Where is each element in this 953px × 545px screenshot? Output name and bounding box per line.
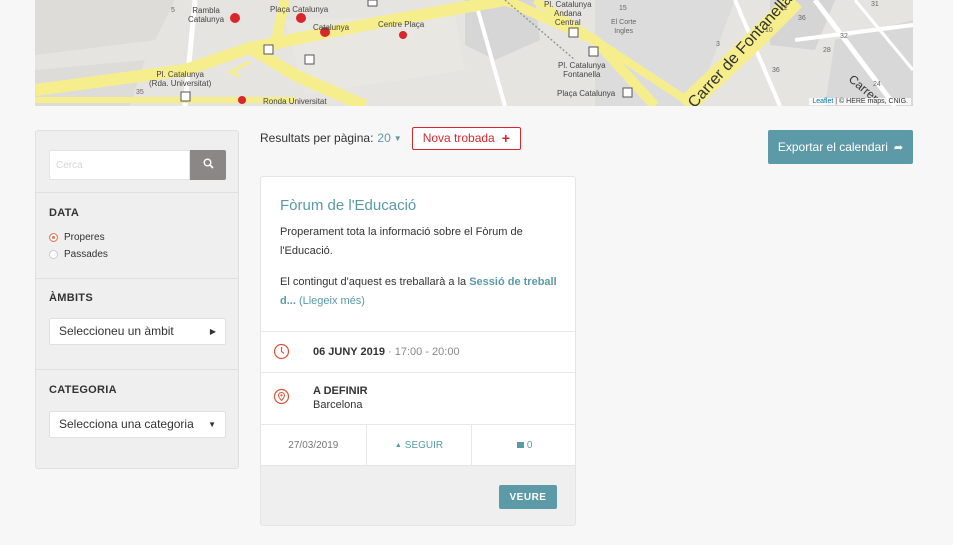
map-label: Ronda Universitat: [263, 97, 327, 106]
meeting-time: 17:00 - 20:00: [394, 346, 460, 358]
divider: [36, 192, 238, 193]
map-label: Centre Plaça: [378, 20, 425, 29]
search-button[interactable]: [190, 150, 226, 180]
meeting-date: 06 JUNY 2019: [313, 346, 385, 358]
map-label: Plaça Catalunya: [270, 5, 329, 14]
search-input[interactable]: [49, 150, 190, 180]
categoria-select-value: Selecciona una categoria: [59, 417, 194, 431]
map-label: Pl. Catalunya Andana Central: [544, 0, 592, 27]
location-name: A DEFINIR: [313, 385, 368, 397]
read-more-link[interactable]: (Llegeix més): [296, 295, 365, 307]
card-description-text: El contingut d'aquest es treballarà a la: [280, 276, 470, 288]
search-group: [49, 150, 226, 180]
ambit-select[interactable]: Seleccioneu un àmbit ▶: [49, 318, 226, 345]
plus-icon: +: [501, 129, 510, 146]
section-title-ambits: ÀMBITS: [49, 292, 93, 304]
time-separator: ·: [384, 346, 395, 358]
map-label: 35: [136, 89, 144, 96]
map-label: 3: [716, 41, 720, 48]
radio-label: Passades: [64, 249, 108, 260]
map-label: El Corte Ingles: [611, 19, 637, 35]
comment-icon: [516, 442, 524, 448]
share-arrow-icon: ➦: [893, 141, 904, 154]
map-label: Pl. Catalunya Fontanella: [558, 61, 606, 79]
map-label: Rambla Catalunya: [188, 6, 225, 24]
radio-label: Properes: [64, 232, 105, 243]
map-label: 31: [871, 1, 879, 8]
card-title[interactable]: Fòrum de l'Educació: [280, 197, 416, 214]
card-description-2: El contingut d'aquest es treballarà a la…: [280, 273, 565, 311]
caret-right-icon: ▶: [209, 327, 216, 336]
location-city: Barcelona: [313, 399, 363, 411]
follow-button[interactable]: ▲ SEGUIR: [367, 425, 473, 465]
created-date: 27/03/2019: [261, 425, 367, 465]
leaflet-link[interactable]: Leaflet: [812, 98, 833, 105]
new-meeting-button[interactable]: Nova trobada +: [411, 126, 521, 150]
ambit-select-value: Seleccioneu un àmbit: [59, 324, 174, 338]
location-pin-icon: [273, 388, 290, 405]
caret-down-icon: ▼: [208, 420, 216, 429]
map-label: 36: [772, 67, 780, 74]
section-title-categoria: CATEGORIA: [49, 384, 117, 396]
follow-label: SEGUIR: [404, 439, 444, 451]
results-toolbar: Resultats per pàgina: 20 ▼ Nova trobada …: [260, 126, 521, 150]
meeting-datetime: 06 JUNY 2019 · 17:00 - 20:00: [313, 346, 460, 358]
map-label: 5: [171, 7, 175, 14]
divider: [36, 369, 238, 370]
comments-value: 0: [526, 439, 533, 451]
filter-sidebar: DATA Properes Passades ÀMBITS Seleccione…: [35, 130, 239, 469]
map-label: 32: [840, 33, 848, 40]
map-label: Catalunya: [313, 23, 350, 32]
per-page-value[interactable]: 20: [377, 131, 390, 145]
card-description: Properament tota la informació sobre el …: [280, 226, 523, 257]
caret-down-icon[interactable]: ▼: [394, 134, 402, 143]
radio-upcoming[interactable]: Properes: [49, 232, 105, 243]
attribution-text: | © HERE maps, CNIG.: [833, 98, 908, 105]
divider: [36, 278, 238, 279]
new-meeting-label: Nova trobada: [422, 130, 495, 145]
meeting-card: Fòrum de l'Educació Properament tota la …: [260, 176, 576, 526]
view-button[interactable]: VEURE: [499, 485, 557, 509]
categoria-select[interactable]: Selecciona una categoria ▼: [49, 411, 226, 438]
card-stats: 27/03/2019 ▲ SEGUIR 0: [261, 425, 575, 465]
map[interactable]: 5 Rambla Catalunya Plaça Catalunya Catal…: [35, 0, 913, 106]
radio-checked-icon[interactable]: [49, 233, 58, 242]
comments-count[interactable]: 0: [472, 425, 575, 465]
radio-unchecked-icon[interactable]: [49, 250, 58, 259]
divider: [261, 331, 575, 332]
section-title-data: DATA: [49, 207, 80, 219]
export-calendar-button[interactable]: Exportar el calendari ➦: [768, 130, 913, 164]
per-page-label: Resultats per pàgina:: [260, 131, 374, 145]
export-calendar-label: Exportar el calendari: [777, 140, 888, 154]
map-label: Plaça Catalunya: [557, 89, 616, 98]
map-label: Pl. Catalunya (Rda. Universitat): [149, 70, 212, 88]
triangle-up-icon: ▲: [394, 441, 402, 449]
card-footer: VEURE: [261, 465, 575, 525]
map-label: 36: [798, 15, 806, 22]
radio-past[interactable]: Passades: [49, 249, 108, 260]
divider: [261, 372, 575, 373]
map-attribution: Leaflet | © HERE maps, CNIG.: [809, 98, 911, 105]
map-label: 28: [823, 47, 831, 54]
search-icon: [203, 158, 214, 172]
clock-icon: [273, 343, 290, 360]
map-label: 15: [619, 5, 627, 12]
